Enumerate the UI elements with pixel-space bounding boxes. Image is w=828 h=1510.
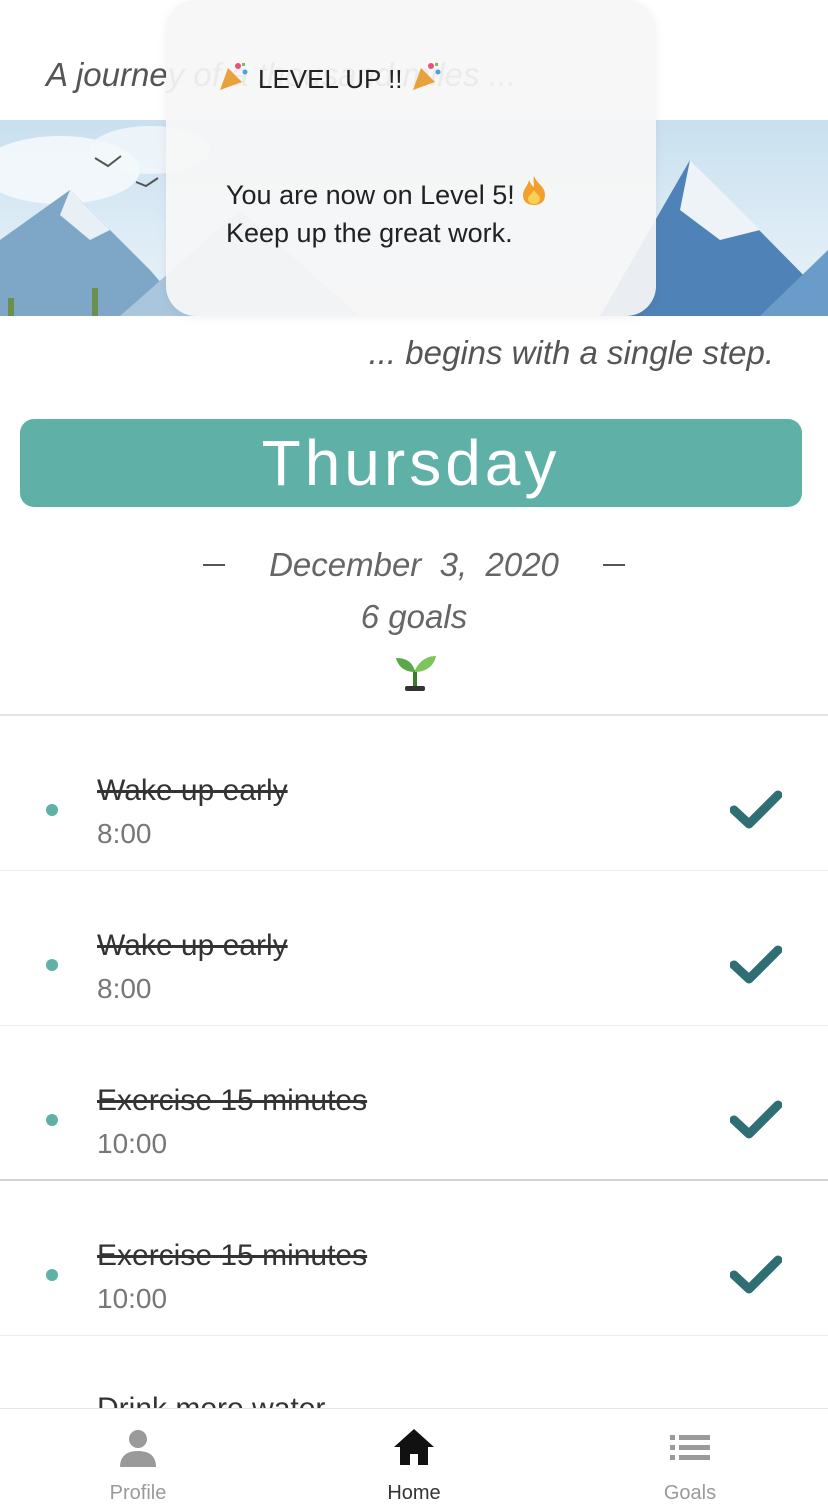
goal-time: 8:00 (97, 818, 152, 849)
goal-title: Wake up early (97, 774, 288, 807)
list-icon (668, 1427, 712, 1472)
nav-label-goals: Goals (663, 1482, 717, 1504)
goal-count: 6 goals (360, 598, 468, 635)
home-icon (392, 1427, 436, 1472)
fire-icon (521, 174, 547, 215)
checkmark-icon[interactable] (729, 1100, 783, 1145)
popup-message: You are now on Level 5! Keep up the grea… (226, 174, 547, 251)
popup-message-line1: You are now on Level 5! (226, 179, 515, 210)
goal-time: 8:00 (97, 973, 152, 1004)
level-up-popup[interactable]: LEVEL UP !! You are now on Level 5! Keep… (166, 0, 656, 316)
bullet-dot (46, 804, 58, 816)
goal-time: 10:00 (97, 1283, 168, 1314)
party-popper-icon (411, 60, 443, 99)
nav-item-goals[interactable]: Goals (552, 1409, 828, 1510)
nav-item-profile[interactable]: Profile (0, 1409, 276, 1510)
checkmark-icon[interactable] (729, 790, 783, 835)
party-popper-icon (218, 60, 250, 99)
goal-row[interactable]: Exercise 15 minutes 10:00 (0, 1026, 828, 1181)
weekday-banner: Thursday (20, 419, 802, 507)
dash-right (602, 564, 625, 566)
popup-message-line2: Keep up the great work. (226, 218, 513, 248)
date-label: December 3, 2020 (269, 546, 559, 583)
popup-title-row: LEVEL UP !! (218, 60, 443, 99)
nav-label-home: Home (387, 1482, 441, 1504)
person-icon (118, 1427, 158, 1472)
popup-title: LEVEL UP !! (258, 64, 403, 94)
goal-row[interactable]: Wake up early 8:00 (0, 871, 828, 1026)
bullet-dot (46, 1269, 58, 1281)
nav-label-profile: Profile (109, 1482, 167, 1504)
checkmark-icon[interactable] (729, 945, 783, 990)
bullet-dot (46, 959, 58, 971)
dash-left (203, 564, 226, 566)
goal-list: Wake up early 8:00 Wake up early 8:00 Ex… (0, 716, 828, 1336)
checkmark-icon[interactable] (729, 1255, 783, 1300)
goal-title: Exercise 15 minutes (97, 1084, 368, 1117)
goal-title: Wake up early (97, 929, 288, 962)
date-row: December 3, 2020 (0, 546, 828, 584)
weekday-label: Thursday (261, 427, 561, 499)
quote-end: ... begins with a single step. (368, 334, 774, 371)
bottom-navigation: Profile Home Goals (0, 1408, 828, 1510)
sprout-icon (394, 652, 436, 697)
nav-item-home[interactable]: Home (276, 1409, 552, 1510)
goal-title: Exercise 15 minutes (97, 1239, 368, 1272)
goal-row[interactable]: Wake up early 8:00 (0, 716, 828, 871)
goal-row[interactable]: Exercise 15 minutes 10:00 (0, 1181, 828, 1336)
bullet-dot (46, 1114, 58, 1126)
goal-time: 10:00 (97, 1128, 168, 1159)
